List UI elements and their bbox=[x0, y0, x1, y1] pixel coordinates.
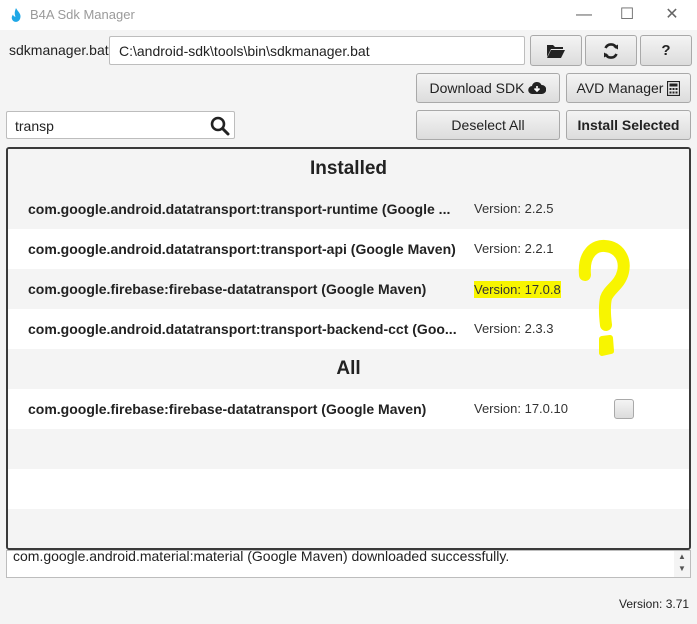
minimize-button[interactable]: — bbox=[561, 0, 607, 30]
refresh-button[interactable] bbox=[585, 35, 637, 66]
deselect-all-button[interactable]: Deselect All bbox=[416, 110, 560, 140]
help-icon: ? bbox=[661, 42, 671, 59]
question-mark-annotation bbox=[578, 239, 630, 356]
sdkmanager-path-field[interactable]: C:\android-sdk\tools\bin\sdkmanager.bat bbox=[109, 36, 525, 65]
sdkmanager-label: sdkmanager.bat: bbox=[9, 42, 113, 58]
search-value: transp bbox=[15, 118, 54, 134]
package-name: com.google.firebase:firebase-datatranspo… bbox=[28, 281, 427, 297]
maximize-button[interactable]: ☐ bbox=[604, 0, 650, 30]
search-icon[interactable] bbox=[210, 116, 230, 136]
available-package-row[interactable]: com.google.firebase:firebase-datatranspo… bbox=[8, 389, 689, 429]
window-title: B4A Sdk Manager bbox=[30, 7, 135, 22]
package-version: Version: 2.2.5 bbox=[474, 201, 554, 216]
folder-open-icon bbox=[547, 44, 565, 58]
installed-section-heading: Installed bbox=[8, 149, 689, 189]
empty-row bbox=[8, 429, 689, 469]
log-text: com.google.android.material:material (Go… bbox=[13, 550, 510, 564]
package-select-checkbox[interactable] bbox=[614, 399, 634, 419]
package-name: com.google.firebase:firebase-datatranspo… bbox=[28, 401, 427, 417]
scroll-up-icon[interactable]: ▲ bbox=[674, 551, 690, 563]
empty-row bbox=[8, 509, 689, 548]
avd-manager-label: AVD Manager bbox=[576, 80, 664, 96]
log-scrollbar[interactable]: ▲ ▼ bbox=[674, 551, 690, 577]
package-name: com.google.android.datatransport:transpo… bbox=[28, 321, 457, 337]
download-sdk-button[interactable]: Download SDK bbox=[416, 73, 560, 103]
installed-package-row[interactable]: com.google.android.datatransport:transpo… bbox=[8, 189, 689, 229]
empty-row bbox=[8, 469, 689, 509]
search-input[interactable]: transp bbox=[6, 111, 235, 139]
refresh-icon bbox=[604, 42, 618, 59]
package-version-highlighted: Version: 17.0.8 bbox=[474, 281, 561, 298]
download-sdk-label: Download SDK bbox=[429, 80, 525, 96]
app-version-label: Version: 3.71 bbox=[619, 597, 690, 611]
browse-folder-button[interactable] bbox=[530, 35, 582, 66]
package-name: com.google.android.datatransport:transpo… bbox=[28, 201, 451, 217]
help-button[interactable]: ? bbox=[640, 35, 692, 66]
title-bar: B4A Sdk Manager — ☐ ✕ bbox=[0, 0, 697, 30]
cloud-download-icon bbox=[528, 81, 547, 95]
package-version: Version: 2.2.1 bbox=[474, 241, 554, 256]
package-name: com.google.android.datatransport:transpo… bbox=[28, 241, 456, 257]
log-area[interactable]: com.google.android.material:material (Go… bbox=[6, 550, 691, 578]
package-version: Version: 17.0.10 bbox=[474, 401, 568, 416]
avd-manager-button[interactable]: AVD Manager bbox=[566, 73, 691, 103]
package-version: Version: 2.3.3 bbox=[474, 321, 554, 336]
install-selected-button[interactable]: Install Selected bbox=[566, 110, 691, 140]
close-button[interactable]: ✕ bbox=[649, 0, 695, 30]
calculator-icon bbox=[667, 80, 681, 96]
scroll-down-icon[interactable]: ▼ bbox=[674, 563, 690, 575]
b4a-app-icon bbox=[11, 8, 21, 22]
